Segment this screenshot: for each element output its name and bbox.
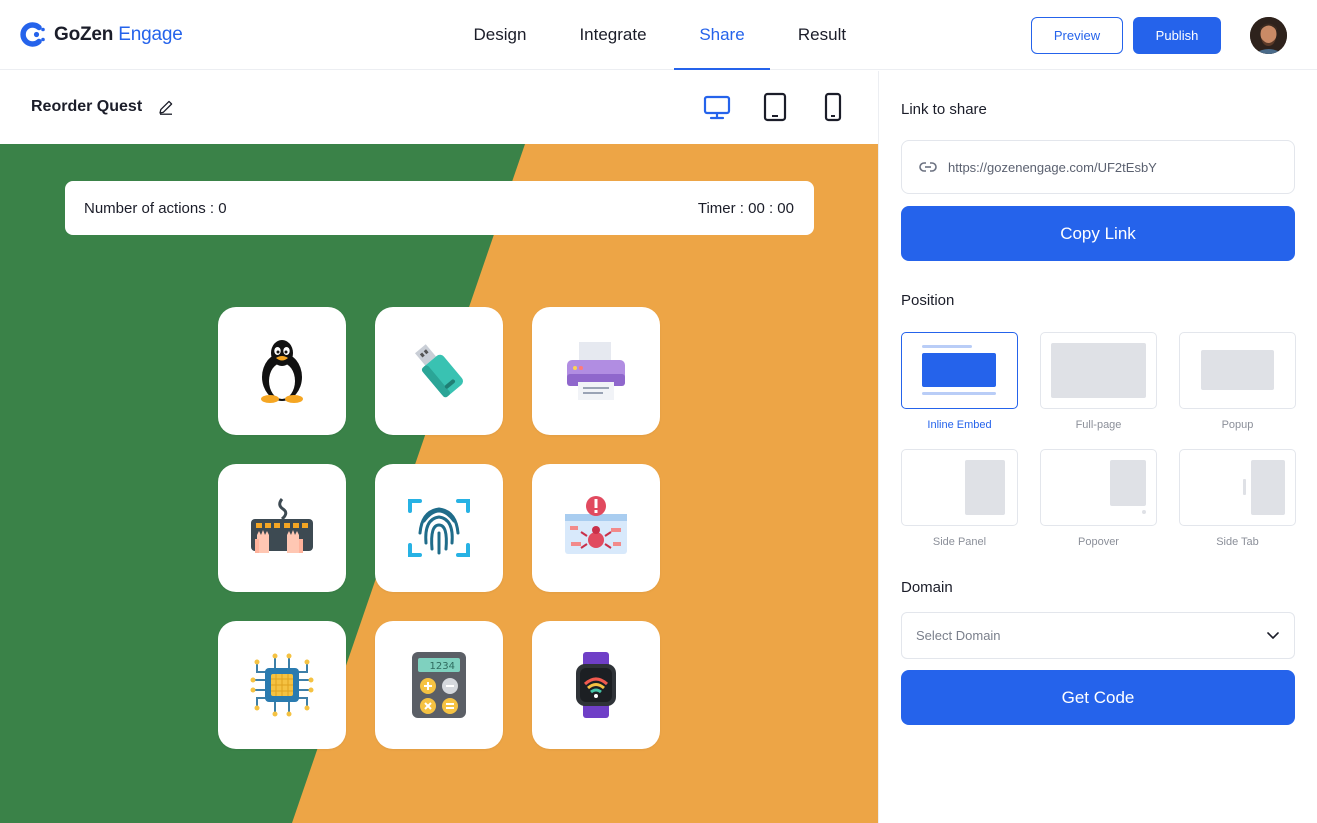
calculator-display: 1234 — [430, 661, 455, 672]
position-full-page-label: Full-page — [1075, 419, 1122, 431]
gozen-logo-icon — [20, 22, 45, 47]
calculator-icon: 1234 — [412, 652, 466, 718]
mobile-view-button[interactable] — [818, 91, 848, 123]
chevron-down-icon — [1267, 632, 1279, 639]
share-link-url: https://gozenengage.com/UF2tEsbY — [948, 159, 1157, 175]
position-popup-label: Popup — [1221, 419, 1254, 431]
preview-button[interactable]: Preview — [1031, 17, 1123, 54]
puzzle-tile[interactable] — [375, 307, 503, 435]
tab-integrate[interactable]: Integrate — [552, 0, 674, 70]
quest-title: Reorder Quest — [31, 98, 143, 115]
position-side-panel-label: Side Panel — [932, 536, 987, 548]
domain-select[interactable]: Select Domain — [901, 612, 1295, 659]
game-stats-bar: Number of actions : 0 Timer : 00 : 00 — [65, 181, 814, 235]
domain-label: Domain — [901, 579, 953, 596]
microchip-icon — [250, 653, 314, 717]
link-icon — [919, 162, 937, 172]
copy-link-button[interactable]: Copy Link — [901, 206, 1295, 261]
desktop-icon — [703, 95, 731, 120]
tablet-view-button[interactable] — [760, 91, 790, 123]
share-link-field[interactable]: https://gozenengage.com/UF2tEsbY — [901, 140, 1295, 194]
tab-design[interactable]: Design — [448, 0, 552, 70]
link-to-share-label: Link to share — [901, 101, 987, 118]
full-page-preview-icon — [1051, 343, 1146, 398]
popup-preview-icon — [1201, 350, 1274, 390]
tablet-icon — [763, 92, 787, 122]
timer-display: Timer : 00 : 00 — [697, 199, 794, 217]
smartwatch-icon — [576, 652, 616, 718]
main-nav: Design Integrate Share Result — [448, 0, 874, 70]
popover-preview-icon — [1110, 460, 1146, 514]
bug-alert-icon — [565, 496, 627, 554]
inline-embed-preview-icon — [922, 345, 996, 395]
game-preview-canvas: Number of actions : 0 Timer : 00 : 00 12… — [0, 144, 878, 823]
position-popover[interactable] — [1040, 449, 1157, 526]
puzzle-tile[interactable]: 1234 — [375, 621, 503, 749]
desktop-view-button[interactable] — [702, 91, 732, 123]
puzzle-tile[interactable] — [218, 307, 346, 435]
publish-button[interactable]: Publish — [1133, 17, 1221, 54]
top-bar: GoZen Engage Design Integrate Share Resu… — [0, 0, 1317, 70]
fingerprint-icon — [408, 499, 470, 557]
share-panel: Link to share https://gozenengage.com/UF… — [878, 71, 1317, 823]
puzzle-tile[interactable] — [532, 464, 660, 592]
position-side-panel[interactable] — [901, 449, 1018, 526]
puzzle-tile[interactable] — [375, 464, 503, 592]
puzzle-tile[interactable] — [532, 621, 660, 749]
get-code-button[interactable]: Get Code — [901, 670, 1295, 725]
puzzle-tile[interactable] — [532, 307, 660, 435]
actions-counter: Number of actions : 0 — [84, 199, 227, 217]
mobile-icon — [824, 92, 842, 122]
editor-header: Reorder Quest — [0, 71, 878, 144]
position-side-tab[interactable] — [1179, 449, 1296, 526]
position-popup[interactable] — [1179, 332, 1296, 409]
linux-penguin-icon — [261, 340, 303, 403]
position-popover-label: Popover — [1078, 536, 1119, 548]
tab-result[interactable]: Result — [770, 0, 874, 70]
position-inline-embed[interactable] — [901, 332, 1018, 409]
brand-name: GoZen Engage — [54, 23, 183, 45]
position-inline-embed-label: Inline Embed — [927, 419, 992, 431]
usb-drive-icon — [414, 344, 463, 398]
domain-select-placeholder: Select Domain — [916, 628, 1001, 643]
position-label: Position — [901, 292, 955, 309]
tab-share[interactable]: Share — [674, 0, 770, 70]
puzzle-tile[interactable] — [218, 621, 346, 749]
gozen-logo[interactable]: GoZen Engage — [19, 21, 183, 48]
avatar[interactable] — [1250, 17, 1287, 54]
position-side-tab-label: Side Tab — [1216, 536, 1259, 548]
edit-pencil-icon[interactable] — [157, 98, 175, 116]
keyboard-typing-icon — [251, 498, 313, 553]
side-tab-preview-icon — [1243, 460, 1285, 515]
puzzle-tile[interactable] — [218, 464, 346, 592]
printer-icon — [567, 342, 625, 400]
side-panel-preview-icon — [965, 460, 1005, 515]
position-full-page[interactable] — [1040, 332, 1157, 409]
